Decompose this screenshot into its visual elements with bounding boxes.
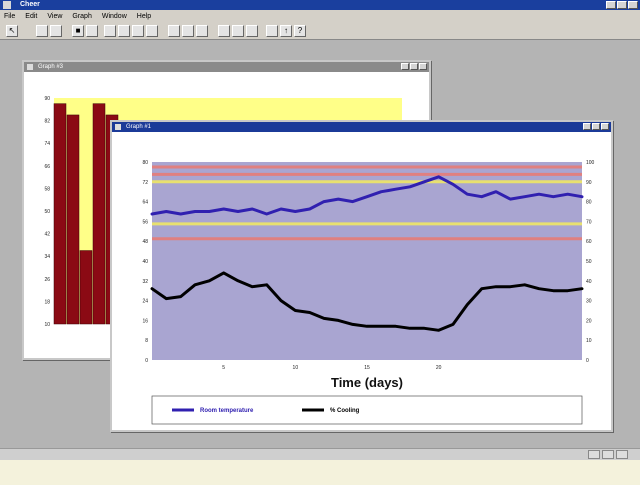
graph-axis-icon[interactable]: [196, 25, 208, 37]
y-tick-label-left: 32: [142, 279, 148, 285]
graph-window-front-close-button[interactable]: [601, 123, 609, 130]
y-tick-label-left: 40: [142, 259, 148, 265]
y-tick-label: 26: [44, 277, 50, 283]
status-indicator: [588, 450, 600, 459]
zoom-icon[interactable]: [218, 25, 230, 37]
refresh-icon[interactable]: [246, 25, 258, 37]
graph-window-back-close-button[interactable]: [419, 63, 427, 70]
maximize-button[interactable]: [617, 1, 627, 9]
graph-window-back-controls: [401, 63, 427, 70]
menu-view[interactable]: View: [47, 13, 62, 20]
front-line-chart: 8072645648403224168010090807060504030201…: [142, 160, 595, 425]
y-tick-label-left: 80: [142, 160, 148, 166]
app-icon: [3, 1, 11, 9]
x-tick-label: 15: [364, 365, 370, 371]
print-icon[interactable]: [86, 25, 98, 37]
y-tick-label-right: 10: [586, 338, 592, 344]
graph-window-front-title-bar[interactable]: Graph #1: [112, 122, 611, 132]
bar: [53, 103, 67, 325]
y-tick-label-right: 30: [586, 299, 592, 305]
graph-window-front[interactable]: Graph #1 80 72 64 56 48 40 32 24 16 8 0 100 90 80 70 60…: [110, 120, 613, 432]
paste-icon[interactable]: [132, 25, 144, 37]
y-tick-label-left: 16: [142, 318, 148, 324]
settings-icon[interactable]: [266, 25, 278, 37]
status-indicator: [602, 450, 614, 459]
y-tick-label-right: 20: [586, 318, 592, 324]
graph-window-back-title: Graph #3: [38, 64, 64, 70]
graph-window-icon: [115, 124, 121, 130]
y-tick-label: 42: [44, 232, 50, 238]
close-button[interactable]: [628, 1, 638, 9]
x-tick-label: 20: [436, 365, 442, 371]
legend-label: % Cooling: [330, 408, 360, 414]
plot-background: [152, 162, 582, 360]
y-tick-label-left: 48: [142, 239, 148, 245]
y-tick-label-right: 70: [586, 219, 592, 225]
y-tick-label-right: 90: [586, 180, 592, 186]
y-tick-label: 34: [44, 254, 50, 260]
graph-window-front-title: Graph #1: [126, 124, 152, 130]
y-tick-label-right: 50: [586, 259, 592, 265]
y-tick-label-left: 64: [142, 200, 148, 206]
y-tick-label: 58: [44, 186, 50, 192]
x-axis-label: Time (days): [331, 375, 403, 390]
y-tick-label-left: 8: [145, 338, 148, 344]
graph-window-back-minimize-button[interactable]: [401, 63, 409, 70]
page-footer: [0, 460, 640, 485]
pin-icon[interactable]: ↑: [280, 25, 292, 37]
graph-window-back-title-bar[interactable]: Graph #3: [24, 62, 429, 72]
menu-file[interactable]: File: [4, 13, 15, 20]
save-icon[interactable]: ■: [72, 25, 84, 37]
minimize-button[interactable]: [606, 1, 616, 9]
y-tick-label-right: 40: [586, 279, 592, 285]
y-tick-label-left: 56: [142, 219, 148, 225]
y-tick-label-right: 0: [586, 358, 589, 364]
y-tick-label: 50: [44, 209, 50, 215]
window-controls: [606, 1, 638, 9]
x-tick-label: 10: [293, 365, 299, 371]
menu-edit[interactable]: Edit: [25, 13, 37, 20]
y-tick-label: 90: [44, 96, 50, 102]
graph-window-front-maximize-button[interactable]: [592, 123, 600, 130]
graph-window-back-maximize-button[interactable]: [410, 63, 418, 70]
menu-window[interactable]: Window: [102, 13, 127, 20]
status-bar: [0, 448, 640, 460]
graph-new-icon[interactable]: [168, 25, 180, 37]
y-tick-label-right: 80: [586, 200, 592, 206]
bar: [79, 250, 93, 325]
y-tick-label: 18: [44, 299, 50, 305]
app-title: Cheer: [20, 1, 40, 8]
new-file-icon[interactable]: [36, 25, 48, 37]
y-tick-label: 10: [44, 322, 50, 328]
legend-label: Room temperature: [200, 408, 254, 414]
graph-window-icon: [27, 64, 33, 70]
bar: [92, 103, 106, 325]
y-tick-label-right: 60: [586, 239, 592, 245]
scroll-icon[interactable]: [232, 25, 244, 37]
menu-graph[interactable]: Graph: [72, 13, 91, 20]
status-indicator: [616, 450, 628, 459]
undo-icon[interactable]: [146, 25, 158, 37]
toolbar: ↖ ■ ↑ ?: [0, 22, 640, 40]
bar: [66, 114, 80, 325]
graph-window-front-minimize-button[interactable]: [583, 123, 591, 130]
graph-window-front-controls: [583, 123, 609, 130]
x-tick-label: 5: [222, 365, 225, 371]
graph-edit-icon[interactable]: [182, 25, 194, 37]
menu-help[interactable]: Help: [137, 13, 151, 20]
y-tick-label-right: 100: [586, 160, 595, 166]
y-tick-label-left: 0: [145, 358, 148, 364]
cut-icon[interactable]: [104, 25, 116, 37]
pointer-tool-icon[interactable]: ↖: [6, 25, 18, 37]
menu-bar: File Edit View Graph Window Help: [0, 10, 640, 22]
help-icon[interactable]: ?: [294, 25, 306, 37]
y-tick-label: 82: [44, 119, 50, 125]
y-tick-label-left: 72: [142, 180, 148, 186]
copy-icon[interactable]: [118, 25, 130, 37]
y-tick-label: 66: [44, 164, 50, 170]
open-file-icon[interactable]: [50, 25, 62, 37]
y-tick-label-left: 24: [142, 299, 148, 305]
app-title-bar: Cheer: [0, 0, 640, 10]
y-tick-label: 74: [44, 141, 50, 147]
